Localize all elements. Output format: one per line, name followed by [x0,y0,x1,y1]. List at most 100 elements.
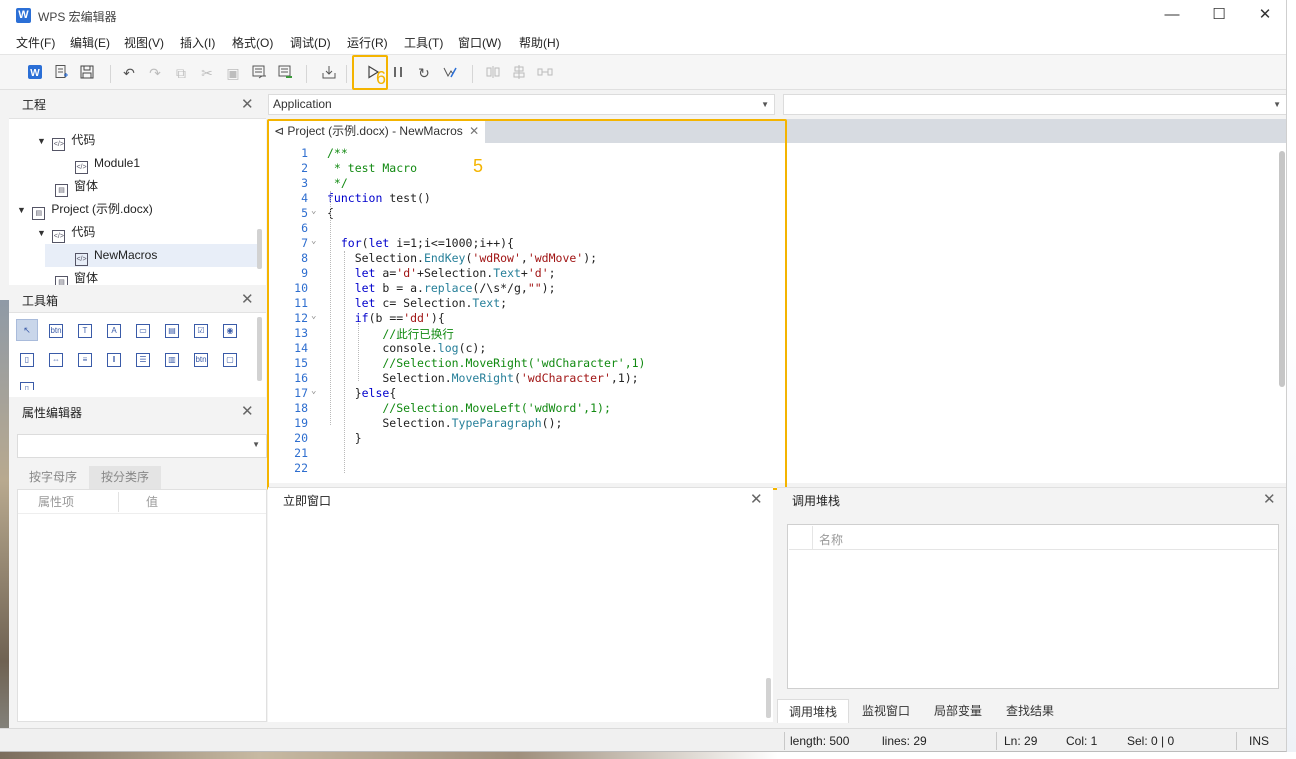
combobox-icon[interactable]: ▥ [161,348,183,370]
project-panel-header: 工程 ✕ [9,91,266,119]
expand-arrow-icon[interactable]: ▼ [37,222,49,244]
tab-callstack[interactable]: 调用堆栈 [777,699,849,723]
property-panel-title: 属性编辑器 [22,406,83,420]
copy-icon[interactable]: ⧉ [172,64,190,82]
label-icon[interactable]: T [74,319,96,341]
project-scrollbar[interactable] [257,229,262,269]
immediate-panel-title: 立即窗口 [283,494,332,508]
pause-icon[interactable] [389,64,407,82]
tab-icon[interactable]: ▯ [16,377,38,391]
multipage-icon[interactable]: ▤ [161,319,183,341]
tree-item-forms[interactable]: ▤ 窗体 [55,267,98,285]
pointer-icon[interactable]: ↖ [16,319,38,341]
menu-file[interactable]: 文件(F) [16,34,55,51]
tab-locals[interactable]: 局部变量 [925,699,991,723]
wps-icon[interactable]: W [26,64,44,82]
menu-edit[interactable]: 编辑(E) [70,34,110,51]
form-folder-icon: ▤ [55,276,68,285]
object-combo[interactable]: Application ▼ [268,94,775,115]
checkbox-icon[interactable]: ☑ [190,319,212,341]
menu-bar: 文件(F) 编辑(E) 视图(V) 插入(I) 格式(O) 调试(D) 运行(R… [0,30,1286,54]
menu-run[interactable]: 运行(R) [347,34,388,51]
close-icon[interactable]: ✕ [241,290,254,308]
button-icon[interactable]: btn [45,319,67,341]
menu-view[interactable]: 视图(V) [124,34,164,51]
vscroll-icon[interactable]: ☰ [132,348,154,370]
radio-icon[interactable]: ◉ [219,319,241,341]
textbox-icon[interactable]: A [103,319,125,341]
menu-window[interactable]: 窗口(W) [458,34,501,51]
status-mode: INS [1249,734,1270,748]
menu-help[interactable]: 帮助(H) [519,34,560,51]
menu-format[interactable]: 格式(O) [232,34,273,51]
tree-item-newmacros[interactable]: </> NewMacros [75,244,157,266]
callstack-panel: 调用堆栈 ✕ 名称 调用堆栈 监视窗口 局部变量 查找结果 [777,487,1286,723]
align-left-icon[interactable] [484,64,502,82]
immediate-panel[interactable]: 立即窗口 ✕ [268,487,773,722]
form-folder-icon: ▤ [55,184,68,197]
close-icon[interactable]: ✕ [750,490,763,508]
status-separator [784,732,785,750]
align-center-icon[interactable] [510,64,528,82]
procedure-combo[interactable]: ▼ [783,94,1286,115]
module-icon: </> [75,253,88,266]
toolbox-scrollbar[interactable] [257,317,262,381]
import-icon[interactable] [320,64,338,82]
tree-item-module1[interactable]: </> Module1 [75,152,140,174]
close-icon[interactable]: ✕ [241,402,254,420]
status-separator [1236,732,1237,750]
toolbar-separator [472,65,473,83]
close-button[interactable]: ✕ [1242,2,1286,28]
svg-text:W: W [30,68,40,79]
command-icon[interactable]: btn [190,348,212,370]
paste-icon[interactable]: ▣ [224,64,242,82]
menu-tools[interactable]: 工具(T) [404,34,443,51]
tab-watch[interactable]: 监视窗口 [853,699,919,723]
tree-item-project[interactable]: ▼ ▤ Project (示例.docx) [17,198,153,220]
desktop-background-right [1287,0,1296,759]
window-title: WPS 宏编辑器 [38,10,117,24]
toolbar-overflow-label: 除 [1286,113,1287,130]
scroll-icon[interactable]: ≡ [74,348,96,370]
tab-categorized[interactable]: 按分类序 [89,466,161,489]
column-property: 属性项 [38,495,75,509]
comment-icon[interactable] [250,64,268,82]
minimize-button[interactable]: — [1149,2,1195,28]
hscroll-icon[interactable]: ‖ [103,348,125,370]
reset-icon[interactable]: ↻ [415,64,433,82]
editor-scrollbar[interactable] [1279,151,1285,387]
code-folder-icon: </> [52,138,66,151]
redo-icon[interactable]: ↷ [146,64,164,82]
align-distribute-icon[interactable] [536,64,554,82]
tree-item-forms[interactable]: ▤ 窗体 [55,175,98,197]
tree-item-code[interactable]: ▼ </> 代码 [37,221,95,243]
module-icon: </> [75,161,88,174]
chevron-down-icon: ▼ [252,440,260,449]
tab-find-results[interactable]: 查找结果 [997,699,1063,723]
close-icon[interactable]: ✕ [241,95,254,113]
expand-arrow-icon[interactable]: ▼ [37,130,49,152]
save-icon[interactable] [78,64,96,82]
toolbar-separator [110,65,111,83]
tree-item-code[interactable]: ▼ </> 代码 [37,129,95,151]
tab-alphabetic[interactable]: 按字母序 [17,466,89,489]
menu-insert[interactable]: 插入(I) [180,34,215,51]
close-icon[interactable]: ✕ [1263,490,1276,508]
immediate-scrollbar[interactable] [766,678,771,718]
image-icon[interactable]: ▢ [219,348,241,370]
menu-debug[interactable]: 调试(D) [290,34,331,51]
cut-icon[interactable]: ✂ [198,64,216,82]
uncomment-icon[interactable] [276,64,294,82]
status-bar: length: 500 lines: 29 Ln: 29 Col: 1 Sel:… [0,728,1286,751]
expand-arrow-icon[interactable]: ▼ [17,199,29,221]
new-module-icon[interactable] [52,64,70,82]
frame-icon[interactable]: ▭ [132,319,154,341]
design-mode-icon[interactable] [441,64,459,82]
desktop-background-left [0,300,9,751]
callstack-panel-title: 调用堆栈 [792,494,841,508]
spin-icon[interactable]: ⇔ [45,348,67,370]
undo-icon[interactable]: ↶ [120,64,138,82]
listbox-icon[interactable]: ▯ [16,348,38,370]
maximize-button[interactable]: ☐ [1196,2,1242,28]
object-select[interactable]: ▼ [17,434,267,458]
